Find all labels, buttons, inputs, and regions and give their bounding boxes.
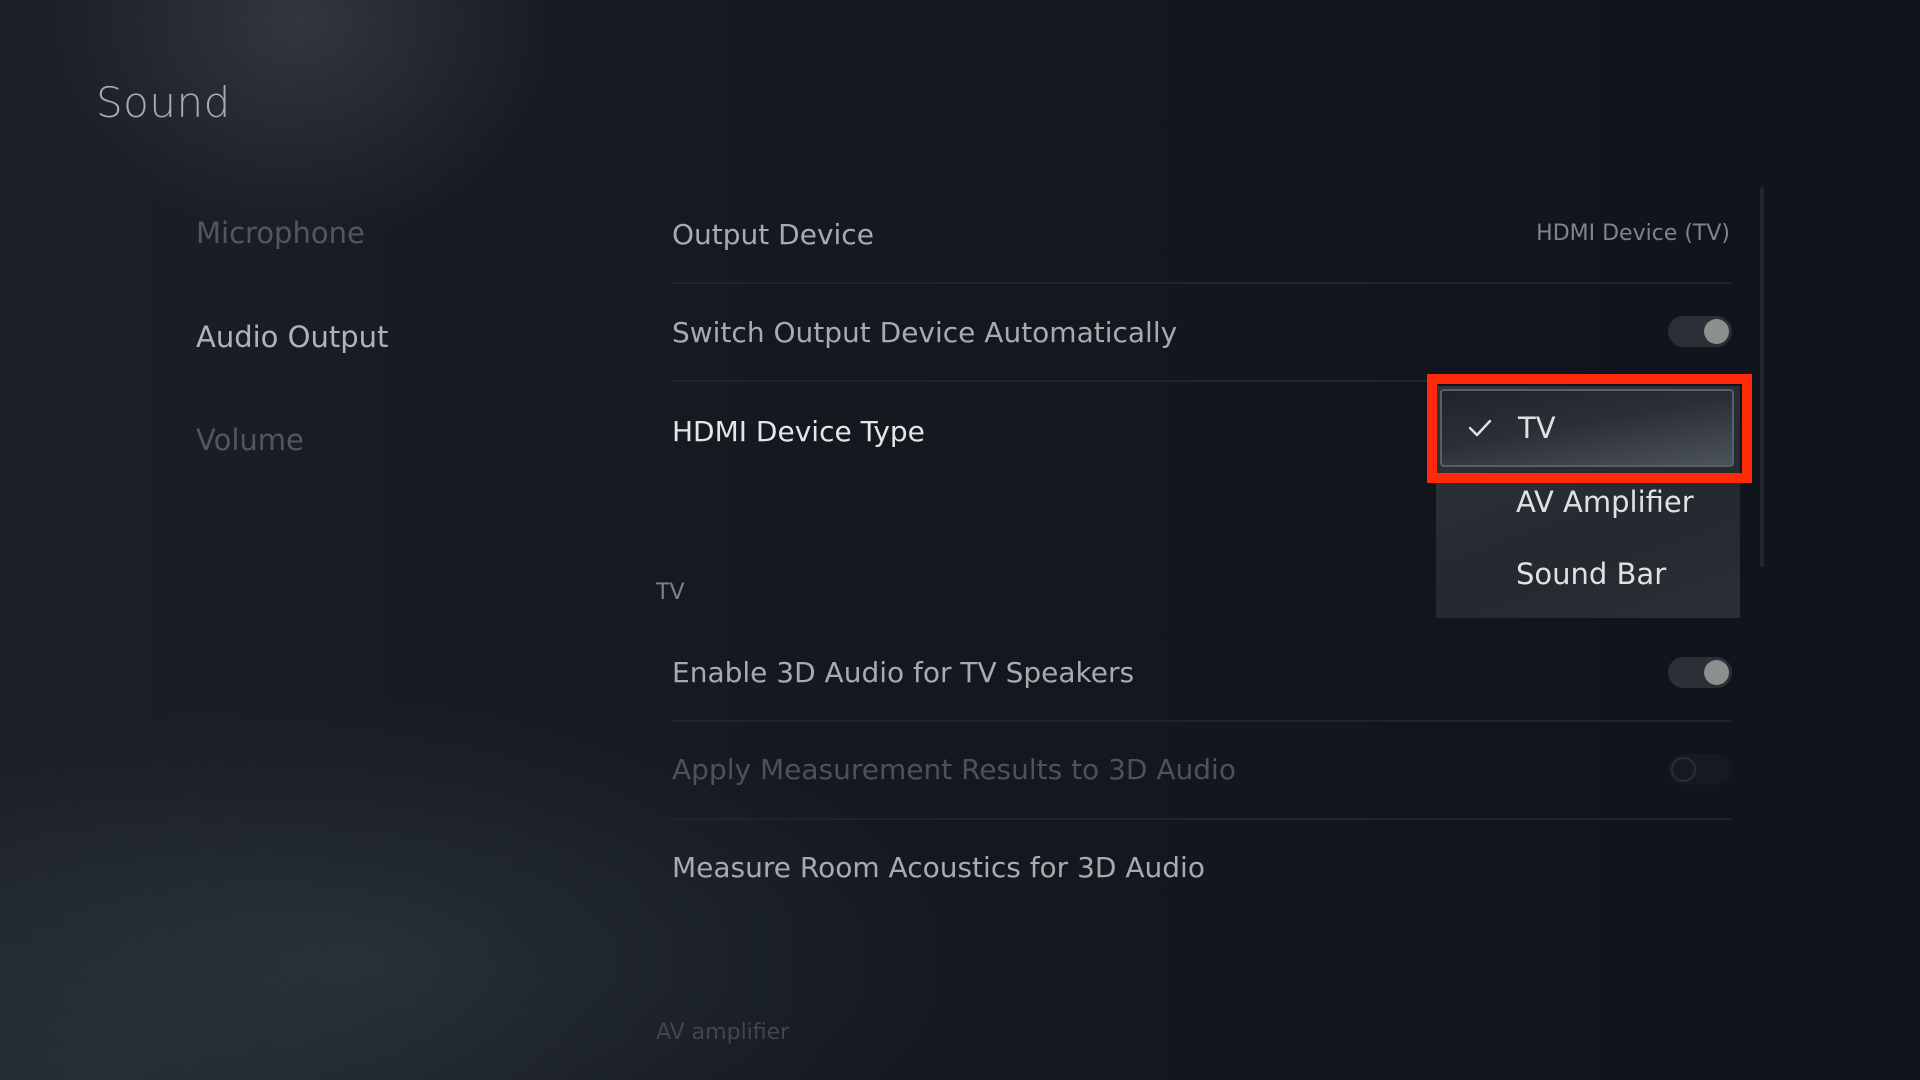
apply-measurement-label: Apply Measurement Results to 3D Audio <box>672 753 1236 786</box>
sidebar-item-volume[interactable]: Volume <box>196 422 304 458</box>
divider <box>672 282 1731 284</box>
dropdown-option-sound-bar[interactable]: Sound Bar <box>1516 556 1666 592</box>
section-header-av-amplifier: AV amplifier <box>656 1020 790 1045</box>
enable-3d-audio-label: Enable 3D Audio for TV Speakers <box>672 656 1135 689</box>
toggle-knob <box>1704 319 1729 344</box>
divider <box>672 818 1731 820</box>
divider <box>672 720 1731 722</box>
toggle-knob <box>1671 757 1696 782</box>
measure-room-label: Measure Room Acoustics for 3D Audio <box>672 851 1205 884</box>
scrollbar[interactable] <box>1760 187 1764 567</box>
switch-output-toggle[interactable] <box>1668 316 1732 347</box>
hdmi-device-type-label: HDMI Device Type <box>672 415 925 448</box>
sidebar-item-audio-output[interactable]: Audio Output <box>196 319 388 355</box>
page-title: Sound <box>96 78 231 127</box>
section-header-tv: TV <box>656 580 685 605</box>
sidebar-item-microphone[interactable]: Microphone <box>196 215 365 251</box>
apply-measurement-toggle <box>1668 754 1732 785</box>
switch-output-label: Switch Output Device Automatically <box>672 316 1178 349</box>
dropdown-option-av-amplifier[interactable]: AV Amplifier <box>1516 484 1694 520</box>
enable-3d-audio-toggle[interactable] <box>1668 657 1732 688</box>
annotation-highlight-box <box>1427 374 1752 483</box>
output-device-label: Output Device <box>672 218 874 251</box>
toggle-knob <box>1704 660 1729 685</box>
output-device-value: HDMI Device (TV) <box>1536 221 1730 246</box>
